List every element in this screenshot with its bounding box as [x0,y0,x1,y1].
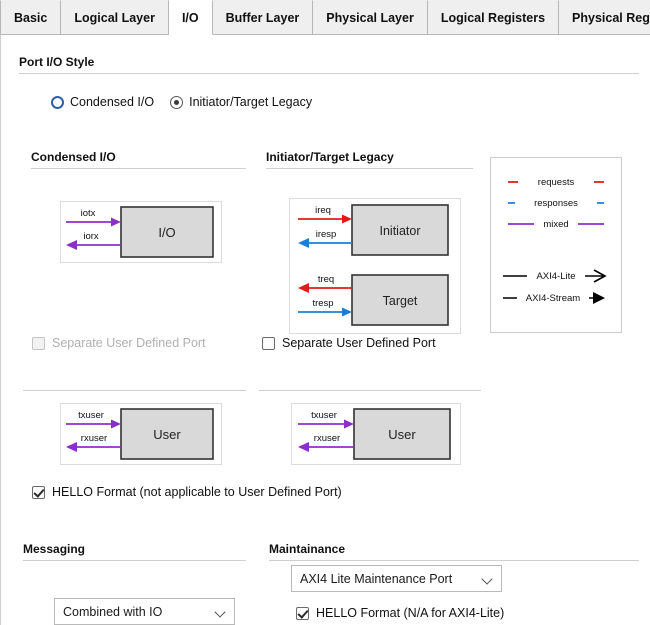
rxuser-arrowhead [66,442,77,452]
tresp-arrowhead [342,307,352,317]
tab-label: Logical Registers [440,10,546,25]
io-box-label: I/O [158,225,175,240]
radio-condensed-io[interactable] [51,95,64,109]
maintenance-hello-format-checkbox[interactable] [296,606,309,620]
hello-format-label: HELLO Format (not applicable to User Def… [52,485,342,499]
radio-condensed-io-label: Condensed I/O [70,95,155,109]
legend-axi4stream-arrowhead [593,292,605,304]
txuser-arrowhead [344,419,354,429]
condensed-io-divider [31,168,246,169]
legacy-separate-user-port-row: Separate User Defined Port [262,336,436,350]
legacy-title: Initiator/Target Legacy [266,150,394,164]
rxuser-label: rxuser [314,433,340,444]
condensed-user-divider [23,390,246,391]
iresp-arrowhead [298,238,309,248]
maintenance-hello-format-label: HELLO Format (N/A for AXI4-Lite) [316,606,505,620]
messaging-title: Messaging [23,542,86,556]
user-box-label: User [388,427,416,442]
rxuser-label: rxuser [81,433,107,444]
ireq-arrowhead [342,214,352,224]
rxuser-arrowhead [298,442,309,452]
page-content: Port I/O Style Condensed I/O Initiator/T… [0,35,650,625]
tab-label: Basic [14,10,48,25]
tresp-label: tresp [312,298,333,309]
hello-format-row: HELLO Format (not applicable to User Def… [32,485,342,499]
maintenance-hello-format-row: HELLO Format (N/A for AXI4-Lite) [296,606,504,620]
condensed-io-title: Condensed I/O [31,150,116,164]
legacy-diagram: Initiator ireq iresp Target treq tresp [289,198,461,334]
legend-axi4lite-label: AXI4-Lite [536,271,575,282]
tab-label: Physical Layer [326,10,414,25]
separate-user-defined-port-label-right: Separate User Defined Port [282,336,436,350]
legend-axi4stream-label: AXI4-Stream [526,293,580,304]
radio-initiator-target-legacy-label: Initiator/Target Legacy [189,95,313,109]
ireq-label: ireq [315,205,331,216]
tab-label: Buffer Layer [225,10,300,25]
port-io-style-title: Port I/O Style [19,55,95,69]
tab-io[interactable]: I/O [168,0,213,35]
legacy-user-svg: User txuser rxuser [298,408,451,460]
initiator-box-label: Initiator [380,224,421,238]
separate-user-defined-port-label-left: Separate User Defined Port [52,336,206,350]
txuser-label: txuser [311,410,337,421]
radio-initiator-target-legacy[interactable] [170,95,184,109]
legend-mixed-label: mixed [543,219,568,230]
tab-basic[interactable]: Basic [0,0,62,34]
condensed-io-diagram: I/O iotx iorx [60,201,222,263]
chevron-down-icon [215,606,226,617]
condensed-io-svg: I/O iotx iorx [66,206,214,258]
legend-responses-label: responses [534,198,578,209]
user-box-label: User [153,427,181,442]
tab-label: I/O [181,10,199,25]
maintenance-title: Maintainance [269,542,346,556]
tab-physical-layer[interactable]: Physical Layer [313,0,428,34]
condensed-separate-user-port-row: Separate User Defined Port [32,336,206,350]
maintenance-select[interactable]: AXI4 Lite Maintenance Port [291,565,502,592]
legacy-user-diagram: User txuser rxuser [291,403,461,465]
txuser-label: txuser [78,410,104,421]
iotx-arrowhead [111,217,121,227]
messaging-select[interactable]: Combined with IO [54,598,235,625]
tab-label: Physical Registers [572,10,650,25]
chevron-down-icon [482,573,493,584]
legend-requests-label: requests [538,177,575,188]
legend-svg: requests responses mixed AXI4-Lite AXI4- [503,174,607,304]
messaging-divider [23,560,246,561]
maintenance-select-value: AXI4 Lite Maintenance Port [300,571,453,586]
io-settings-page: Basic Logical Layer I/O Buffer Layer Phy… [0,0,650,625]
treq-arrowhead [298,283,309,293]
maintenance-divider [269,560,639,561]
legacy-user-divider [259,390,481,391]
condensed-user-diagram: User txuser rxuser [60,403,222,465]
condensed-user-svg: User txuser rxuser [66,408,214,460]
tab-label: Logical Layer [74,10,155,25]
legacy-svg: Initiator ireq iresp Target treq tresp [298,204,449,326]
target-box-label: Target [383,294,418,308]
txuser-arrowhead [111,419,121,429]
legend-box: requests responses mixed AXI4-Lite AXI4- [490,157,622,333]
messaging-select-value: Combined with IO [63,604,163,619]
tab-physical-registers[interactable]: Physical Registers [559,0,650,34]
hello-format-checkbox[interactable] [32,485,45,499]
treq-label: treq [318,274,334,285]
port-io-style-radio-group: Condensed I/O Initiator/Target Legacy [51,95,328,109]
port-io-style-divider [19,73,639,74]
separate-user-defined-port-checkbox-right[interactable] [262,336,275,350]
tab-buffer-layer[interactable]: Buffer Layer [212,0,314,34]
separate-user-defined-port-checkbox-left [32,336,45,350]
legacy-divider [266,168,473,169]
iorx-label: iorx [83,231,99,242]
iotx-label: iotx [81,208,96,219]
iorx-arrowhead [66,240,77,250]
tab-logical-layer[interactable]: Logical Layer [61,0,169,34]
iresp-label: iresp [316,229,337,240]
tab-bar: Basic Logical Layer I/O Buffer Layer Phy… [0,0,650,35]
tab-logical-registers[interactable]: Logical Registers [427,0,560,34]
